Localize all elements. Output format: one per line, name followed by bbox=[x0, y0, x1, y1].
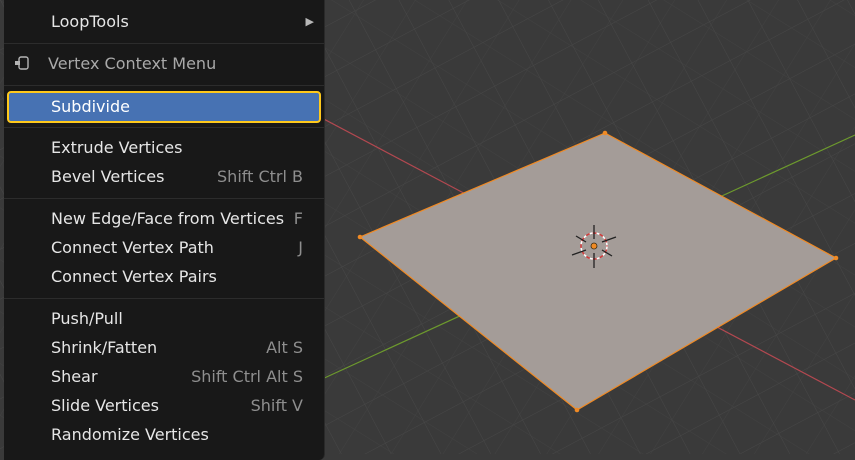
vertex-dot[interactable] bbox=[574, 407, 580, 413]
vertex-dot[interactable] bbox=[602, 130, 608, 136]
menu-item-slide-vertices[interactable]: Slide Vertices Shift V bbox=[4, 391, 324, 420]
menu-item-connect-vertex-pairs[interactable]: Connect Vertex Pairs bbox=[4, 262, 324, 291]
menu-item-extrude-vertices[interactable]: Extrude Vertices bbox=[4, 133, 324, 162]
menu-item-shortcut: Shift Ctrl Alt S bbox=[191, 367, 303, 386]
menu-item-shortcut: Shift V bbox=[250, 396, 303, 415]
menu-item-subdivide[interactable]: Subdivide bbox=[7, 91, 321, 123]
vertex-context-menu: LoopTools ▶ Vertex Context Menu Subdivid… bbox=[4, 0, 325, 460]
menu-header-label: Vertex Context Menu bbox=[48, 54, 217, 73]
menu-item-shortcut: F bbox=[293, 209, 303, 228]
menu-item-label: Shrink/Fatten bbox=[51, 338, 158, 357]
submenu-arrow-icon: ▶ bbox=[305, 15, 314, 28]
menu-item-label: Extrude Vertices bbox=[51, 138, 183, 157]
menu-item-shortcut: Alt S bbox=[266, 338, 303, 357]
menu-item-push-pull[interactable]: Push/Pull bbox=[4, 304, 324, 333]
menu-item-label: Subdivide bbox=[51, 97, 130, 116]
menu-item-shortcut: Shift Ctrl B bbox=[217, 167, 303, 186]
menu-item-shrink-fatten[interactable]: Shrink/Fatten Alt S bbox=[4, 333, 324, 362]
menu-item-label: Randomize Vertices bbox=[51, 425, 209, 444]
menu-item-label: Bevel Vertices bbox=[51, 167, 165, 186]
menu-item-label: Connect Vertex Path bbox=[51, 238, 214, 257]
menu-item-looptools[interactable]: LoopTools ▶ bbox=[4, 7, 324, 36]
vertex-dot[interactable] bbox=[833, 255, 839, 261]
menu-item-shortcut: J bbox=[298, 238, 303, 257]
menu-separator bbox=[4, 127, 324, 128]
vertex-dot[interactable] bbox=[357, 234, 363, 240]
menu-item-label: Connect Vertex Pairs bbox=[51, 267, 217, 286]
pin-menu-icon bbox=[15, 56, 29, 70]
menu-separator bbox=[4, 85, 324, 86]
menu-item-randomize-vertices[interactable]: Randomize Vertices bbox=[4, 420, 324, 449]
menu-header: Vertex Context Menu bbox=[4, 49, 324, 78]
menu-separator bbox=[4, 198, 324, 199]
menu-separator bbox=[4, 43, 324, 44]
menu-item-label: Push/Pull bbox=[51, 309, 123, 328]
menu-item-shear[interactable]: Shear Shift Ctrl Alt S bbox=[4, 362, 324, 391]
menu-item-label: New Edge/Face from Vertices bbox=[51, 209, 285, 228]
menu-item-connect-vertex-path[interactable]: Connect Vertex Path J bbox=[4, 233, 324, 262]
menu-item-label: LoopTools bbox=[51, 12, 129, 31]
menu-item-new-edge-face[interactable]: New Edge/Face from Vertices F bbox=[4, 204, 324, 233]
menu-separator bbox=[4, 298, 324, 299]
menu-item-label: Shear bbox=[51, 367, 98, 386]
menu-item-bevel-vertices[interactable]: Bevel Vertices Shift Ctrl B bbox=[4, 162, 324, 191]
menu-item-label: Slide Vertices bbox=[51, 396, 159, 415]
